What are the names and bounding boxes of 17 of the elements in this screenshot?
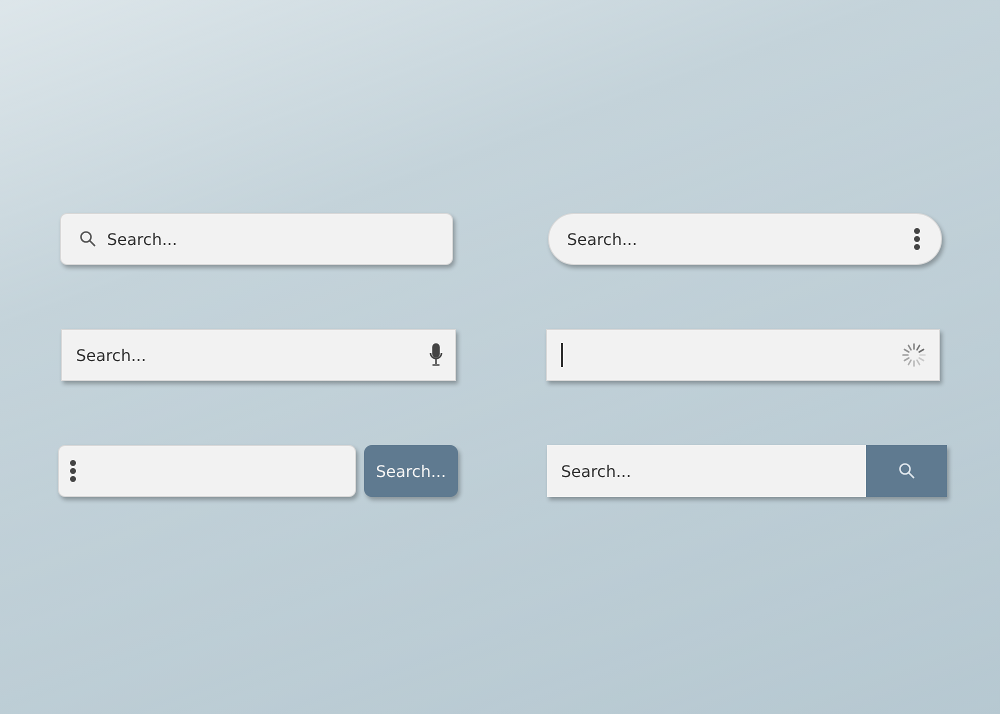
search-field[interactable]: Search... [61,329,456,381]
search-input[interactable]: Search... [107,230,440,248]
more-options-icon[interactable] [913,227,921,251]
more-options-icon[interactable] [69,459,77,483]
search-icon [79,230,97,248]
search-field[interactable]: Search... [547,445,866,497]
search-input[interactable]: Search... [76,346,419,364]
microphone-icon[interactable] [429,343,443,367]
search-button[interactable]: Search... [364,445,458,497]
search-field[interactable]: Search... [548,213,942,265]
search-icon [898,462,916,480]
search-input[interactable]: Search... [567,230,903,248]
loading-spinner-icon [901,342,927,368]
search-field[interactable] [58,445,356,497]
search-field[interactable]: Search... [60,213,453,265]
search-input[interactable]: Search... [561,462,854,480]
search-field[interactable] [546,329,940,381]
